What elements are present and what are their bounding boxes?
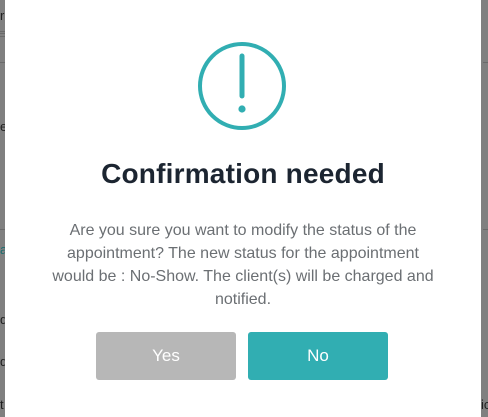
background-text-fragment: ic (481, 397, 488, 412)
confirmation-dialog: Confirmation needed Are you sure you wan… (5, 0, 481, 417)
dialog-title: Confirmation needed (101, 158, 385, 189)
background-divider (483, 229, 488, 230)
background-text-fragment: t (0, 397, 4, 412)
background-text-fragment: r (0, 8, 5, 23)
dialog-message: Are you sure you want to modify the stat… (52, 222, 434, 308)
background-divider (483, 62, 488, 63)
exclamation-circle-icon (198, 42, 286, 130)
no-button[interactable]: No (248, 332, 388, 380)
yes-button[interactable]: Yes (96, 332, 236, 380)
